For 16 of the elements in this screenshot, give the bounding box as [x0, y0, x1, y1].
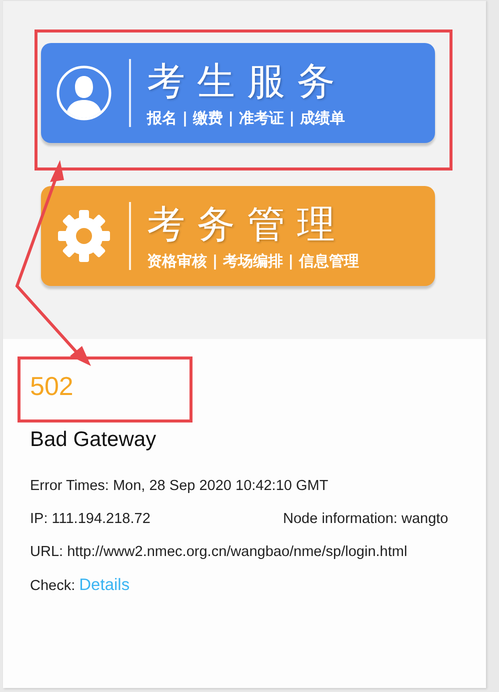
error-message: Bad Gateway	[30, 427, 156, 453]
tile-button[interactable]: 考生服务 报名 | 缴费 | 准考证 | 成绩单	[41, 43, 435, 143]
person-icon	[55, 64, 113, 122]
check-label: Check:	[30, 577, 76, 595]
ip-address: IP: 111.194.218.72	[30, 510, 152, 528]
error-code: 502	[30, 371, 74, 401]
tile-subtitle: 资格审核 | 考场编排 | 信息管理	[147, 252, 359, 270]
details-link[interactable]: Details	[79, 576, 130, 594]
node-information: Node information: wangto	[283, 510, 448, 528]
tile-title: 考务管理	[147, 202, 348, 246]
tile-subtitle: 报名 | 缴费 | 准考证 | 成绩单	[147, 109, 346, 127]
gear-icon	[55, 207, 113, 265]
error-time: Error Times: Mon, 28 Sep 2020 10:42:10 GMT	[30, 477, 328, 495]
tile-button[interactable]: 考务管理 资格审核 | 考场编排 | 信息管理	[41, 186, 435, 286]
error-url: URL: http://www2.nmec.org.cn/wangbao/nme/sp/login.html	[30, 543, 408, 561]
tile-title: 考生服务	[147, 59, 347, 103]
